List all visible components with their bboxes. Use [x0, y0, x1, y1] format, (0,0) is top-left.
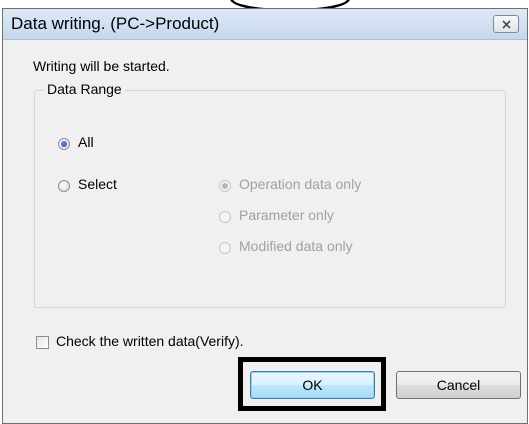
- radio-parameter-only[interactable]: [219, 211, 231, 223]
- verify-checkbox-label[interactable]: Check the written data(Verify).: [56, 333, 244, 349]
- radio-selected-dot: [61, 141, 67, 147]
- data-range-group: [34, 90, 506, 308]
- radio-modified-data-only-label[interactable]: Modified data only: [239, 238, 353, 254]
- title-bar[interactable]: Data writing. (PC->Product): [3, 9, 527, 40]
- radio-select-label[interactable]: Select: [78, 176, 117, 192]
- cancel-button[interactable]: Cancel: [396, 371, 521, 399]
- ok-button-highlight-frame: [238, 357, 386, 411]
- status-message: Writing will be started.: [33, 58, 170, 74]
- radio-select[interactable]: [58, 180, 70, 192]
- radio-selected-dot: [222, 183, 228, 189]
- radio-modified-data-only[interactable]: [219, 242, 231, 254]
- verify-checkbox[interactable]: [36, 336, 49, 349]
- close-icon: [502, 20, 511, 29]
- radio-operation-data-only[interactable]: [219, 180, 231, 192]
- radio-parameter-only-label[interactable]: Parameter only: [239, 207, 334, 223]
- window-title: Data writing. (PC->Product): [11, 14, 220, 33]
- data-range-legend: Data Range: [44, 81, 125, 97]
- radio-all-label[interactable]: All: [78, 134, 94, 150]
- close-button[interactable]: [493, 15, 519, 33]
- radio-operation-data-only-label[interactable]: Operation data only: [239, 176, 361, 192]
- radio-all[interactable]: [58, 138, 70, 150]
